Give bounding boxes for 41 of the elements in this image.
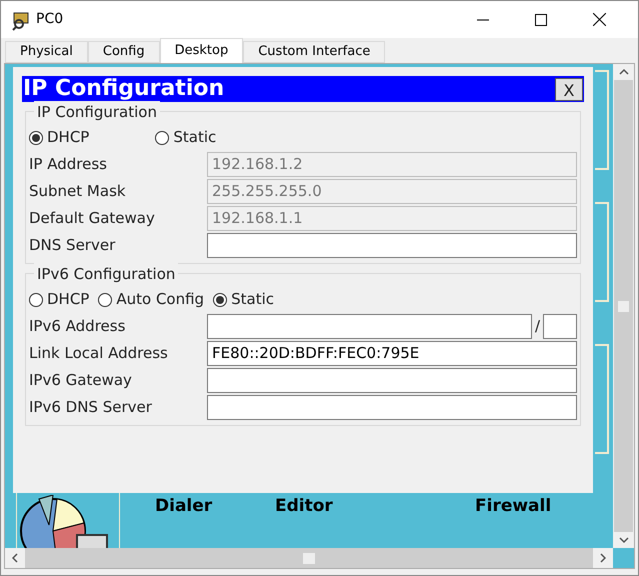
vertical-scrollbar[interactable] bbox=[613, 64, 634, 548]
maximize-icon bbox=[535, 14, 547, 26]
tab[interactable]: Custom Interface bbox=[243, 41, 386, 63]
field-label: Subnet Mask bbox=[29, 181, 127, 202]
scroll-left-icon bbox=[12, 553, 18, 563]
radio-option[interactable]: Static bbox=[213, 288, 274, 311]
scrollbar-corner bbox=[613, 548, 634, 568]
radio-option[interactable]: DHCP bbox=[29, 126, 90, 149]
prefix-field[interactable] bbox=[543, 314, 577, 339]
field-label: IPv6 Gateway bbox=[29, 370, 133, 392]
field-label: Link Local Address bbox=[29, 343, 169, 364]
scroll-thumb[interactable] bbox=[303, 552, 315, 564]
input-field[interactable]: FE80::20D:BDFF:FEC0:795E bbox=[207, 341, 577, 366]
radio-option[interactable]: DHCP bbox=[29, 288, 90, 311]
tab[interactable]: Config bbox=[88, 41, 160, 63]
app-label: Dialer bbox=[155, 495, 214, 518]
input-field[interactable] bbox=[207, 314, 532, 339]
tab[interactable]: Physical bbox=[5, 41, 88, 63]
group-title: IP Configuration bbox=[34, 101, 160, 124]
field-label: DNS Server bbox=[29, 235, 116, 256]
app-label: Firewall bbox=[475, 495, 552, 518]
field-label: IPv6 Address bbox=[29, 316, 126, 338]
radio-option[interactable]: Auto Config bbox=[98, 288, 204, 311]
window-title: PC0 bbox=[36, 10, 64, 29]
prefix-separator: / bbox=[534, 316, 540, 338]
scroll-thumb[interactable] bbox=[618, 300, 629, 312]
group-title: IPv6 Configuration bbox=[34, 263, 178, 286]
close-icon bbox=[592, 13, 606, 26]
dialog-title: IP Configuration bbox=[22, 78, 224, 100]
scroll-right-icon bbox=[600, 553, 606, 563]
field-label: IP Address bbox=[29, 154, 108, 176]
input-field[interactable] bbox=[207, 233, 577, 258]
close-button[interactable]: X bbox=[555, 78, 583, 100]
field-label: Default Gateway bbox=[29, 208, 156, 230]
radio-option[interactable]: Static bbox=[155, 126, 216, 149]
app-label: Editor bbox=[275, 495, 334, 518]
horizontal-scrollbar[interactable] bbox=[5, 548, 634, 568]
input-field[interactable] bbox=[207, 395, 577, 420]
input-field[interactable] bbox=[207, 368, 577, 393]
field-label: IPv6 DNS Server bbox=[29, 397, 153, 418]
tab[interactable]: Desktop bbox=[160, 38, 244, 63]
